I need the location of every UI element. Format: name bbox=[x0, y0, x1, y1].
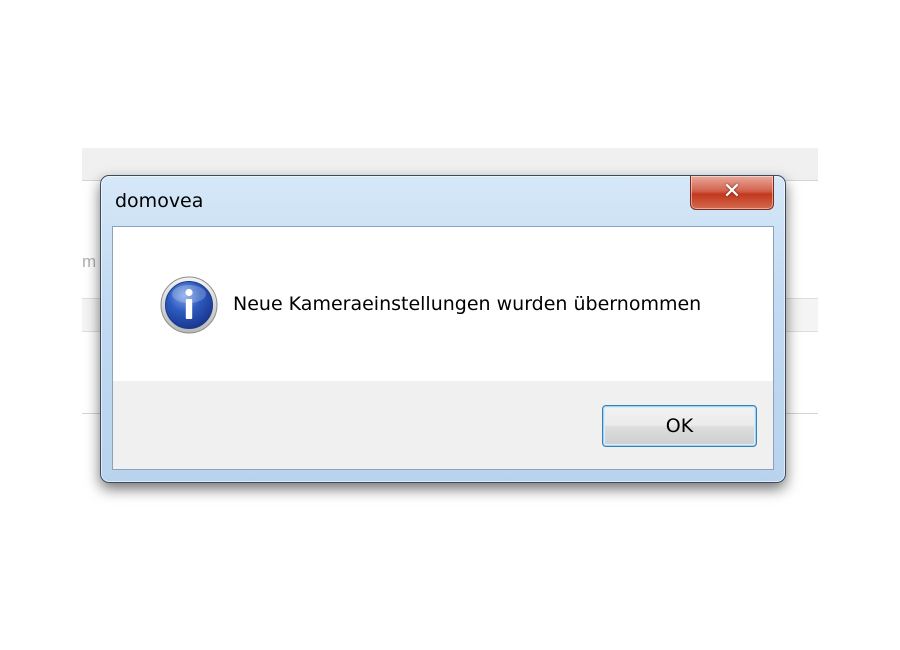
dialog-titlebar[interactable]: domovea ✕ bbox=[101, 176, 785, 226]
screen: m domovea ✕ Neue Kameraeinstellungen wur… bbox=[0, 0, 900, 650]
dialog-title: domovea bbox=[115, 190, 204, 212]
background-partial-text: m bbox=[82, 252, 97, 271]
dialog-body: Neue Kameraeinstellungen wurden übernomm… bbox=[112, 226, 774, 470]
dialog-message: Neue Kameraeinstellungen wurden übernomm… bbox=[233, 293, 702, 315]
info-icon bbox=[160, 276, 218, 334]
message-area: Neue Kameraeinstellungen wurden übernomm… bbox=[113, 227, 773, 381]
message-dialog: domovea ✕ Neue Kameraeinstellungen wurde… bbox=[100, 175, 786, 483]
close-icon: ✕ bbox=[722, 179, 742, 204]
ok-button[interactable]: OK bbox=[602, 405, 757, 447]
dialog-button-area: OK bbox=[113, 381, 773, 469]
close-button[interactable]: ✕ bbox=[690, 176, 774, 210]
